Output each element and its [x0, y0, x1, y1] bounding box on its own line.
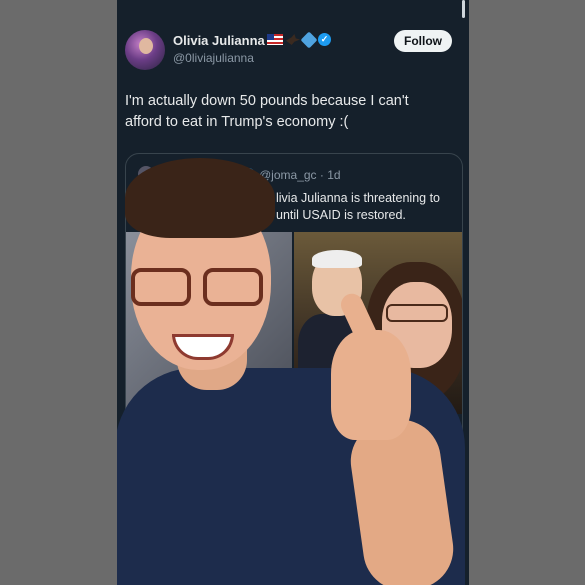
author-avatar[interactable]: [125, 30, 165, 70]
glasses-right-lens: [203, 268, 263, 306]
scrollbar[interactable]: [462, 0, 465, 18]
eagle-icon: [286, 34, 300, 45]
follow-button[interactable]: Follow: [394, 30, 452, 52]
tweet-text: I'm actually down 50 pounds because I ca…: [125, 93, 409, 130]
overlay-person-glasses: [131, 268, 267, 308]
photo-woman-glasses: [386, 304, 448, 322]
author-handle[interactable]: @0liviajulianna: [173, 51, 254, 65]
us-flag-icon: [267, 34, 283, 45]
glasses-left-lens: [131, 268, 191, 306]
quoted-handle-time: @joma_gc · 1d: [259, 168, 341, 182]
quoted-text-line-1: livia Julianna is threatening to: [276, 191, 440, 205]
author-name[interactable]: Olivia Julianna: [173, 33, 265, 48]
verified-badge-icon: ✓: [318, 33, 331, 46]
quoted-text-line-2: until USAID is restored.: [276, 208, 406, 222]
ballot-box-icon: [300, 31, 318, 48]
photo-person-hair: [312, 250, 362, 268]
tweet-screen: Olivia Julianna ✓ @0liviajulianna Follow…: [117, 0, 469, 585]
overlay-person-hair: [125, 158, 275, 238]
quoted-text: livia Julianna is threatening to until U…: [276, 190, 462, 224]
name-emoji-row: ✓: [267, 31, 331, 48]
